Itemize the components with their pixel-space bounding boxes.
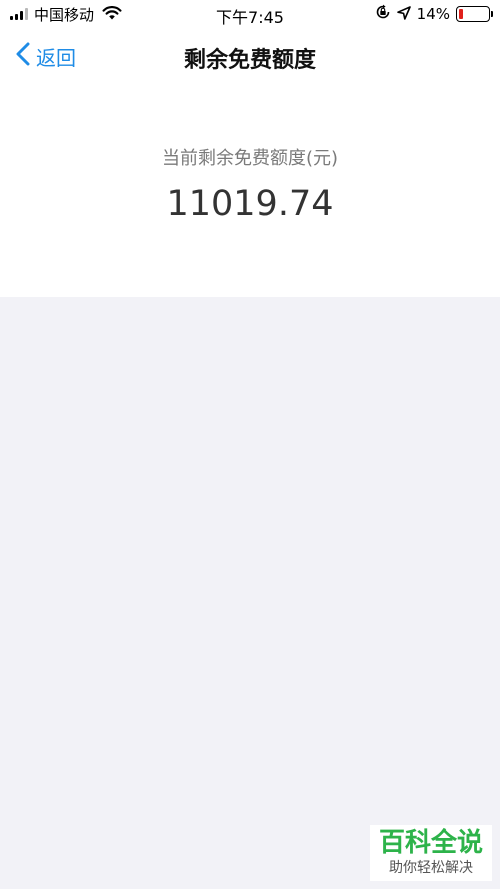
status-bar: 中国移动 下午7:45 14% [0,0,500,28]
location-icon [396,5,411,24]
watermark-title: 百科全说 [378,828,483,858]
watermark-logo: 百科全说 助你轻松解决 [370,825,492,881]
orientation-lock-icon [375,4,391,24]
free-quota-card: 当前剩余免费额度(元) 11019.74 [0,84,500,297]
page-title: 剩余免费额度 [183,48,316,73]
navigation-bar: 返回 剩余免费额度 [0,28,500,84]
free-quota-amount: 11019.74 [166,184,334,224]
free-quota-label: 当前剩余免费额度(元) [161,148,339,169]
battery-percentage: 14% [416,5,450,23]
battery-icon [456,6,493,22]
status-bar-right: 14% [375,4,493,24]
watermark-subtitle: 助你轻松解决 [389,860,473,876]
battery-level-fill [459,9,463,19]
